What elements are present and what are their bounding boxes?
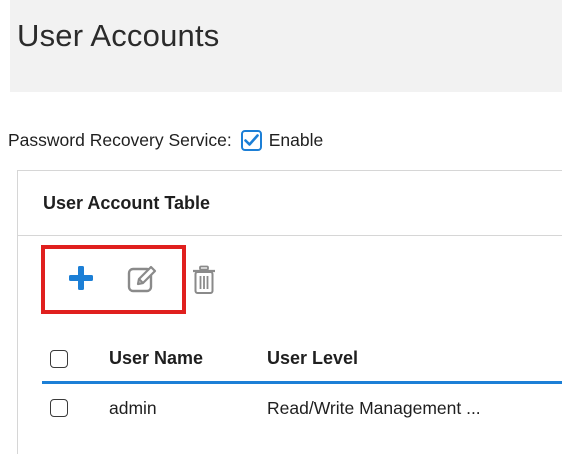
- column-header-user-level[interactable]: User Level: [267, 348, 358, 369]
- trash-icon: [193, 265, 215, 294]
- password-recovery-row: Password Recovery Service: Enable: [8, 127, 323, 153]
- header-underline: [42, 381, 562, 384]
- password-recovery-enable-label: Enable: [268, 129, 324, 150]
- page-title: User Accounts: [17, 18, 220, 53]
- checkmark-icon: [243, 133, 259, 146]
- table-title: User Account Table: [43, 193, 211, 213]
- user-accounts-page: User Accounts Password Recovery Service:…: [0, 0, 562, 454]
- delete-user-button[interactable]: [190, 263, 218, 297]
- toolbar-highlight: [41, 245, 186, 314]
- row-select-checkbox[interactable]: [50, 399, 68, 417]
- user-account-table-panel: User Account Table User Name User Level …: [17, 170, 562, 454]
- user-level-cell: Read/Write Management ...: [267, 398, 481, 418]
- edit-user-button[interactable]: [126, 263, 160, 295]
- password-recovery-label: Password Recovery Service:: [8, 129, 232, 150]
- select-all-checkbox[interactable]: [50, 350, 68, 368]
- plus-icon: [69, 266, 93, 290]
- user-name-cell: admin: [109, 398, 157, 418]
- column-header-user-name[interactable]: User Name: [109, 348, 203, 369]
- table-row[interactable]: admin Read/Write Management ...: [18, 387, 562, 431]
- table-header-row: User Name User Level: [18, 339, 562, 379]
- add-user-button[interactable]: [66, 263, 96, 293]
- password-recovery-checkbox[interactable]: [240, 129, 262, 151]
- edit-icon: [127, 265, 157, 293]
- panel-divider: [18, 235, 562, 236]
